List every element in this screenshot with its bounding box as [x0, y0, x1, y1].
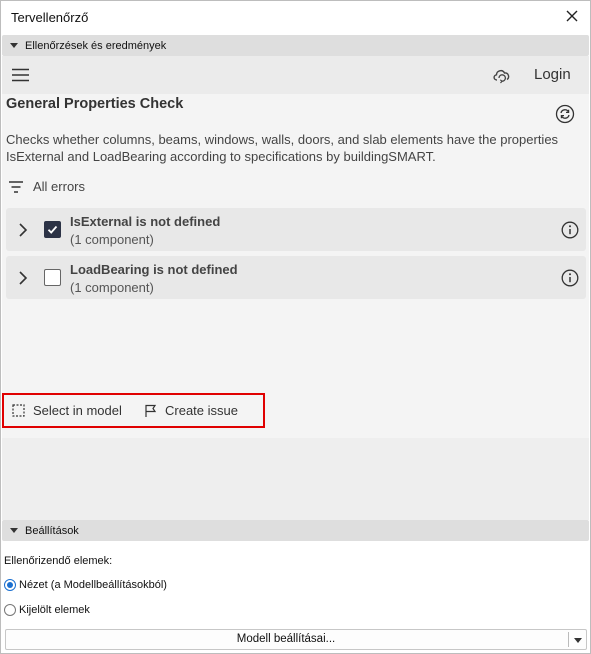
result-name: LoadBearing is not defined: [70, 262, 238, 277]
radio-option-selected-elements[interactable]: Kijelölt elemek: [4, 604, 90, 616]
create-issue-button[interactable]: Create issue: [144, 403, 238, 418]
flag-icon: [145, 404, 157, 417]
select-in-model-label: Select in model: [33, 403, 122, 418]
menu-icon[interactable]: [12, 68, 29, 82]
collapse-triangle-icon: [10, 528, 18, 533]
check-title: General Properties Check: [6, 96, 184, 112]
dropdown-arrow-icon[interactable]: [574, 638, 582, 643]
result-checkbox[interactable]: [44, 269, 61, 286]
create-issue-label: Create issue: [165, 403, 238, 418]
selection-box-icon: [12, 404, 25, 417]
divider: [568, 632, 569, 647]
plugin-window: Tervellenőrző Ellenőrzések és eredmények…: [0, 0, 591, 654]
info-icon[interactable]: [561, 221, 579, 239]
result-row[interactable]: LoadBearing is not defined (1 component): [6, 256, 586, 299]
panel-toolbar: Login: [2, 56, 589, 94]
elements-to-check-label: Ellenőrizendő elemek:: [4, 555, 113, 567]
result-count: (1 component): [70, 280, 154, 295]
window-title: Tervellenőrző: [11, 9, 89, 25]
info-icon[interactable]: [561, 269, 579, 287]
result-row[interactable]: IsExternal is not defined (1 component): [6, 208, 586, 251]
section-label: Beállítások: [25, 524, 79, 537]
section-label: Ellenőrzések és eredmények: [25, 39, 167, 52]
result-checkbox[interactable]: [44, 221, 61, 238]
login-link[interactable]: Login: [534, 66, 571, 83]
collapse-triangle-icon: [10, 43, 18, 48]
result-name: IsExternal is not defined: [70, 214, 221, 229]
checks-panel: Login General Properties Check Checks wh…: [2, 56, 589, 438]
action-bar-highlight: Select in model Create issue: [2, 393, 265, 428]
section-header-settings[interactable]: Beállítások: [2, 520, 589, 541]
chevron-right-icon[interactable]: [18, 222, 28, 238]
radio-option-view[interactable]: Nézet (a Modellbeállításokból): [4, 579, 167, 591]
close-icon[interactable]: [564, 8, 580, 24]
filter-control[interactable]: All errors: [9, 179, 85, 194]
cloud-sync-icon[interactable]: [491, 64, 513, 86]
title-bar: Tervellenőrző: [1, 1, 590, 33]
select-in-model-button[interactable]: Select in model: [12, 403, 122, 418]
check-description: Checks whether columns, beams, windows, …: [6, 132, 559, 164]
refresh-icon[interactable]: [555, 104, 575, 124]
radio-button[interactable]: [4, 604, 16, 616]
radio-label: Nézet (a Modellbeállításokból): [19, 579, 167, 591]
chevron-right-icon[interactable]: [18, 270, 28, 286]
result-count: (1 component): [70, 232, 154, 247]
filter-label: All errors: [33, 179, 86, 194]
radio-button[interactable]: [4, 579, 16, 591]
section-header-checks[interactable]: Ellenőrzések és eredmények: [2, 35, 589, 56]
checkmark-icon: [47, 225, 58, 234]
empty-area: [2, 438, 589, 520]
model-settings-label: Modell beállításai...: [236, 633, 336, 645]
radio-label: Kijelölt elemek: [19, 604, 90, 616]
filter-icon: [9, 180, 23, 193]
model-settings-button[interactable]: Modell beállításai...: [5, 629, 587, 650]
